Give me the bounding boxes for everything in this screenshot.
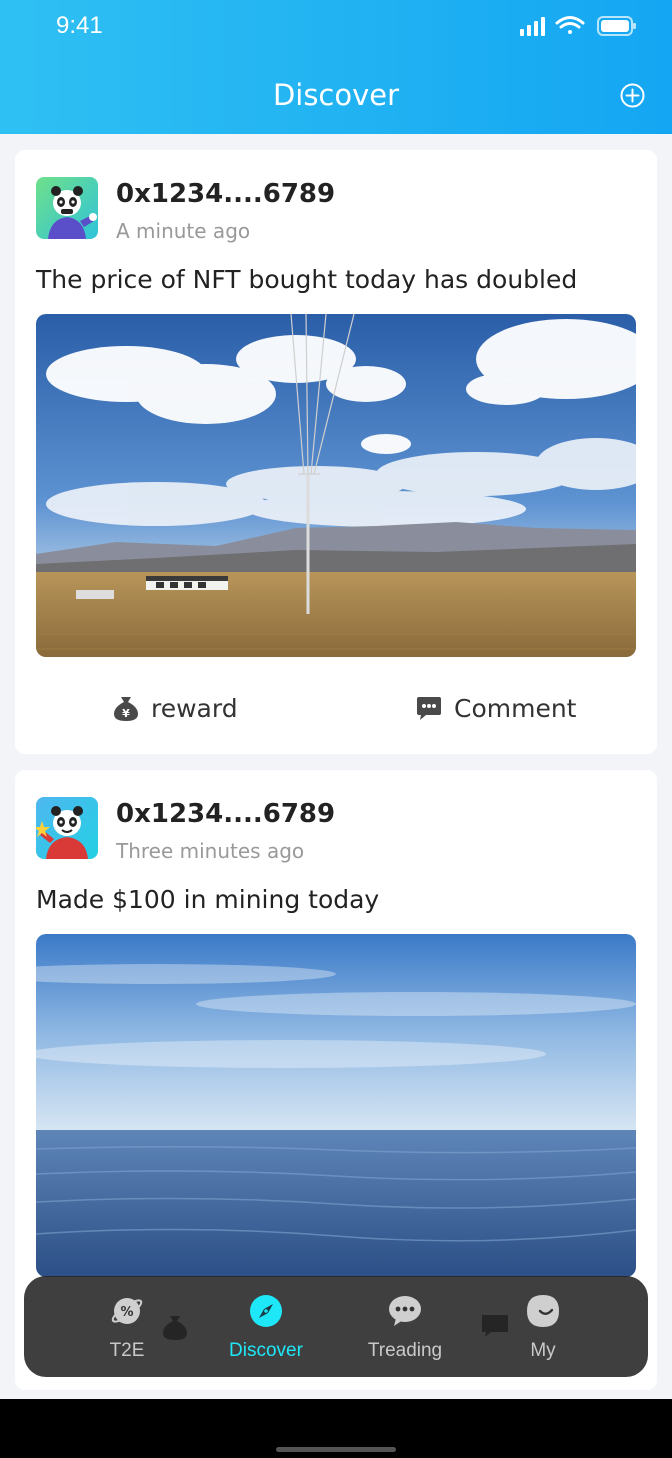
tab-label: T2E — [109, 1340, 145, 1361]
plus-circle-icon[interactable] — [620, 83, 645, 108]
landscape-photo — [36, 314, 636, 657]
tab-discover[interactable]: Discover — [211, 1276, 321, 1377]
tab-label: Treading — [367, 1340, 443, 1361]
post-actions: ¥ reward Comment — [15, 690, 657, 726]
compass-icon — [250, 1295, 282, 1327]
home-indicator-area — [0, 1399, 672, 1458]
comment-button[interactable]: Comment — [414, 690, 577, 726]
tab-my[interactable]: My — [488, 1276, 598, 1377]
battery-icon — [597, 16, 636, 36]
post-time: Three minutes ago — [116, 839, 305, 863]
home-indicator[interactable] — [276, 1447, 396, 1452]
chat-bubble-icon — [389, 1296, 421, 1326]
status-time: 9:41 — [56, 12, 103, 39]
username[interactable]: 0x1234....6789 — [116, 799, 335, 829]
panda-avatar-icon — [36, 177, 98, 239]
comment-icon — [417, 697, 441, 720]
post-image[interactable] — [36, 934, 636, 1277]
page-title: Discover — [272, 78, 400, 112]
tab-label: My — [530, 1340, 556, 1361]
post-image[interactable] — [36, 314, 636, 657]
username[interactable]: 0x1234....6789 — [116, 179, 335, 209]
planet-icon: % — [111, 1298, 143, 1324]
avatar[interactable] — [36, 797, 98, 859]
signal-icon — [520, 17, 545, 36]
reward-button[interactable]: ¥ reward — [111, 690, 238, 726]
svg-text:%: % — [120, 1305, 133, 1320]
post-text: Made $100 in mining today — [36, 885, 380, 914]
panda-avatar-icon — [36, 797, 98, 859]
bottom-tab-bar: % T2E Discover Treading My — [24, 1276, 648, 1377]
avatar[interactable] — [36, 177, 98, 239]
smile-icon — [527, 1295, 559, 1327]
tab-label: Discover — [229, 1340, 303, 1361]
top-header: 9:41 Discover — [0, 0, 672, 134]
money-bag-icon: ¥ — [114, 697, 138, 721]
comment-label: Comment — [454, 693, 577, 723]
tab-t2e[interactable]: % T2E — [72, 1276, 182, 1377]
wifi-icon — [555, 16, 585, 34]
post-card[interactable]: 0x1234....6789 A minute ago The price of… — [15, 150, 657, 754]
post-time: A minute ago — [116, 219, 251, 243]
tab-treading[interactable]: Treading — [350, 1276, 460, 1377]
reward-label: reward — [151, 693, 238, 723]
post-text: The price of NFT bought today has double… — [36, 265, 578, 294]
status-indicators — [520, 16, 636, 36]
lake-photo — [36, 934, 636, 1277]
svg-text:¥: ¥ — [122, 707, 130, 720]
